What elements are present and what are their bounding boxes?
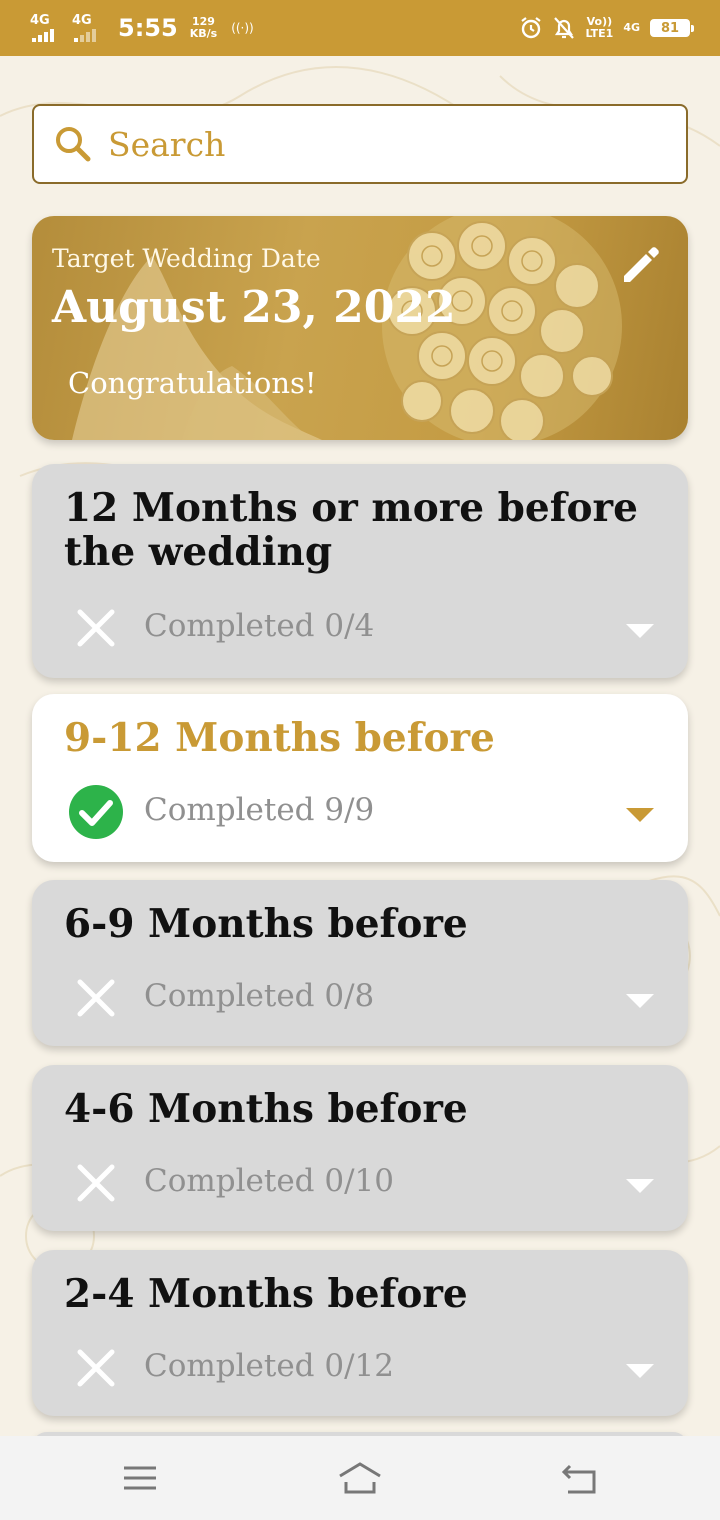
network-type-1: 4G xyxy=(30,13,50,28)
signal-sim2: 4G xyxy=(72,14,106,42)
card-progress: Completed 0/10 xyxy=(144,1163,394,1199)
caret-down-icon[interactable] xyxy=(626,1179,654,1193)
hotspot-icon: ((·)) xyxy=(231,21,254,35)
card-title: 6-9 Months before xyxy=(64,901,468,947)
wedding-date: August 23, 2022 xyxy=(52,282,456,333)
caret-down-icon[interactable] xyxy=(626,1364,654,1378)
card-title: 2-4 Months before xyxy=(64,1271,468,1317)
close-icon xyxy=(77,1164,115,1202)
card-title: 9-12 Months before xyxy=(64,715,495,761)
status-bar: 4G 4G 5:55 129 KB/s ((·)) Vo)) LTE1 4G 8… xyxy=(0,0,720,56)
caret-down-icon[interactable] xyxy=(626,994,654,1008)
network-type-3: 4G xyxy=(623,21,640,34)
card-progress: Completed 0/8 xyxy=(144,978,375,1014)
system-navigation-bar xyxy=(0,1436,720,1520)
congratulations-text: Congratulations! xyxy=(68,366,317,400)
clock: 5:55 xyxy=(118,14,178,42)
card-title: 12 Months or more before the wedding xyxy=(64,485,638,575)
timeline-card-6-9-months[interactable]: 6-9 Months before Completed 0/8 xyxy=(32,880,688,1046)
network-type-2: 4G xyxy=(72,13,92,28)
close-icon xyxy=(77,609,115,647)
check-circle-icon xyxy=(69,785,123,839)
search-bar[interactable] xyxy=(32,104,688,184)
search-input[interactable] xyxy=(106,123,630,165)
close-icon xyxy=(77,979,115,1017)
close-icon xyxy=(77,1349,115,1387)
search-icon xyxy=(56,127,91,162)
card-title: 4-6 Months before xyxy=(64,1086,468,1132)
battery-level: 81 xyxy=(660,20,680,36)
network-speed: 129 KB/s xyxy=(190,16,217,40)
timeline-card-2-4-months[interactable]: 2-4 Months before Completed 0/12 xyxy=(32,1250,688,1416)
card-progress: Completed 9/9 xyxy=(144,792,375,828)
notifications-off-icon xyxy=(554,17,575,39)
alarm-icon xyxy=(521,17,542,39)
volte-bottom-label: LTE1 xyxy=(585,27,614,40)
battery-indicator: 81 xyxy=(650,19,694,37)
timeline-card-4-6-months[interactable]: 4-6 Months before Completed 0/10 xyxy=(32,1065,688,1231)
banner-label: Target Wedding Date xyxy=(52,244,321,273)
card-progress: Completed 0/12 xyxy=(144,1348,394,1384)
timeline-card-12-months[interactable]: 12 Months or more before the wedding Com… xyxy=(32,464,688,678)
caret-down-icon[interactable] xyxy=(626,624,654,638)
card-progress: Completed 0/4 xyxy=(144,608,375,644)
home-icon[interactable] xyxy=(336,1458,384,1498)
timeline-card-9-12-months[interactable]: 9-12 Months before Completed 9/9 xyxy=(32,694,688,862)
back-icon[interactable] xyxy=(560,1458,600,1498)
volte-indicator: Vo)) LTE1 xyxy=(585,16,613,40)
speed-unit: KB/s xyxy=(189,27,218,40)
menu-icon[interactable] xyxy=(120,1458,160,1498)
pencil-icon[interactable] xyxy=(618,242,664,288)
wedding-date-banner: Target Wedding Date August 23, 2022 Cong… xyxy=(32,216,688,440)
signal-sim1: 4G xyxy=(30,14,64,42)
caret-down-icon[interactable] xyxy=(626,808,654,822)
